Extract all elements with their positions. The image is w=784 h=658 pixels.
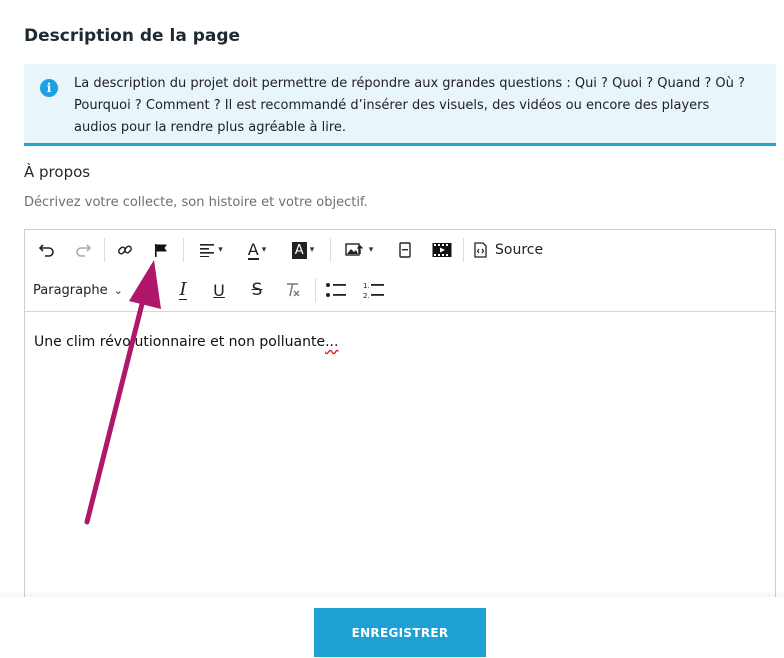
source-button[interactable]: Source [473,238,545,262]
page-title: Description de la page [24,26,241,46]
toolbar-separator [315,278,316,302]
text-align-dropdown[interactable]: ▾ [191,238,231,262]
svg-text:2.: 2. [363,292,370,299]
editor-text-ellipsis: ... [325,334,339,350]
bold-icon[interactable]: B [133,278,157,302]
info-callout: i La description du projet doit permettr… [24,64,776,146]
footer-bar: ENREGISTRER [0,597,784,658]
source-code-icon [474,242,487,258]
chevron-down-icon: ▾ [368,245,374,255]
align-left-icon [200,244,215,257]
highlight-color-dropdown[interactable]: A ▾ [283,238,323,262]
save-button[interactable]: ENREGISTRER [314,608,486,657]
insert-image-dropdown[interactable]: ▾ [337,238,381,262]
editor-text: Une clim révolutionnaire et non polluant… [34,334,326,350]
toolbar-separator [104,238,105,262]
about-label: À propos [24,163,91,181]
bulleted-list-icon[interactable] [323,278,349,302]
toolbar-separator [183,238,184,262]
editor-content[interactable]: Une clim révolutionnaire et non polluant… [34,334,338,350]
link-icon[interactable] [113,238,137,262]
rich-text-editor[interactable]: ▾ A ▾ A ▾ ▾ Source Paragraphe ⌄ B I U S … [24,229,776,658]
image-upload-icon [345,243,363,256]
background-color-icon: A [291,241,307,259]
flag-icon[interactable] [149,238,173,262]
info-text: La description du projet doit permettre … [74,76,745,135]
chevron-down-icon: ▾ [218,245,223,255]
font-color-dropdown[interactable]: A ▾ [237,238,277,262]
undo-icon[interactable] [35,238,59,262]
editor-toolbar: ▾ A ▾ A ▾ ▾ Source Paragraphe ⌄ B I U S … [25,230,775,312]
chevron-down-icon: ⌄ [113,283,123,297]
italic-icon[interactable]: I [171,278,195,302]
strikethrough-icon[interactable]: S [245,278,269,302]
paragraph-format-label: Paragraphe [33,282,108,298]
info-icon: i [40,79,58,97]
about-help-text: Décrivez votre collecte, son histoire et… [24,195,368,210]
chevron-down-icon: ▾ [261,245,267,255]
underline-icon[interactable]: U [207,278,231,302]
paragraph-format-dropdown[interactable]: Paragraphe ⌄ [33,278,125,302]
svg-text:1.: 1. [363,282,370,290]
chevron-down-icon: ▾ [309,245,315,255]
page-break-icon[interactable] [393,238,417,262]
insert-video-icon[interactable] [429,238,455,262]
remove-format-icon[interactable] [281,278,305,302]
numbered-list-icon[interactable]: 1. 2. [361,278,387,302]
font-color-icon: A [247,239,259,260]
source-label: Source [495,242,544,258]
toolbar-separator [463,238,464,262]
redo-icon[interactable] [71,238,95,262]
toolbar-separator [330,238,331,262]
